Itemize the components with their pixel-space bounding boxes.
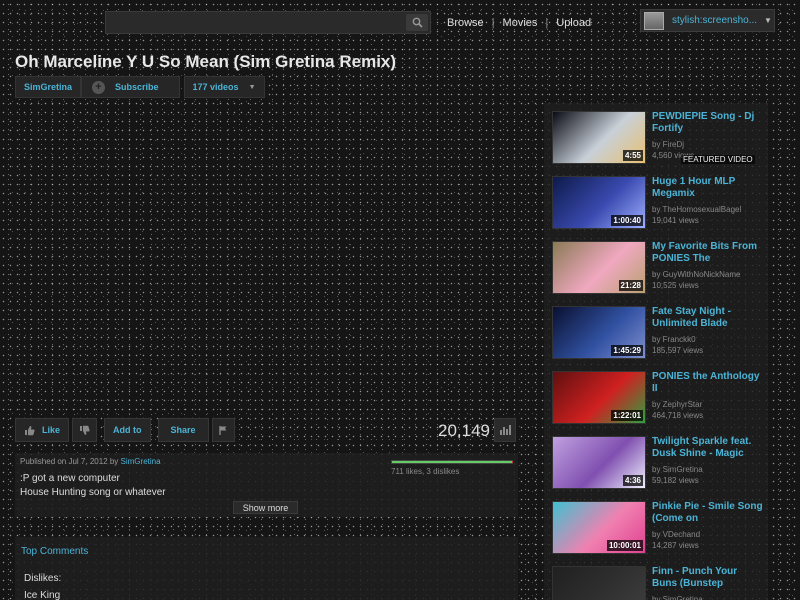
duration-badge: 1:00:40 <box>611 215 643 226</box>
channel-link[interactable]: SimGretina <box>15 76 82 98</box>
related-video-author: by GuyWithNoNickName <box>652 270 741 279</box>
thumbs-up-icon <box>25 425 35 435</box>
videos-count: 177 videos <box>192 82 239 92</box>
video-thumbnail[interactable]: 1:22:01 <box>552 371 646 424</box>
duration-badge: 21:28 <box>618 280 643 291</box>
user-name: stylish:screensho... <box>672 15 758 26</box>
stats-button[interactable] <box>494 418 516 442</box>
related-video-author: by Franckk0 <box>652 335 696 344</box>
thumbs-down-icon <box>80 425 90 435</box>
video-thumbnail[interactable]: 4:36 <box>552 436 646 489</box>
published-info: Published on Jul 7, 2012 by SimGretina <box>20 457 161 466</box>
related-video-views: 10,525 views <box>652 281 699 290</box>
user-menu[interactable]: stylish:screensho... ▼ <box>640 9 775 32</box>
related-video-title[interactable]: PONIES the Anthology II <box>652 371 764 395</box>
related-video-title[interactable]: Fate Stay Night - Unlimited Blade <box>652 306 764 330</box>
related-video-views: 59,182 views <box>652 476 699 485</box>
published-date: Published on Jul 7, 2012 by <box>20 457 119 466</box>
action-bar: Like Add to Share <box>15 418 235 442</box>
stats-icon <box>499 425 511 435</box>
related-video-author: by TheHomosexualBagel <box>652 205 742 214</box>
plus-icon: + <box>92 80 106 94</box>
duration-badge: 1:22:01 <box>611 410 643 421</box>
related-video-title[interactable]: Finn - Punch Your Buns (Bunstep <box>652 566 764 590</box>
related-video-title[interactable]: Huge 1 Hour MLP Megamix <box>652 176 764 200</box>
related-video-title[interactable]: Pinkie Pie - Smile Song (Come on <box>652 501 764 525</box>
duration-badge: 10:00:01 <box>606 540 643 551</box>
related-video-views: 19,041 views <box>652 216 699 225</box>
related-video-item[interactable]: 4:36 Twilight Sparkle feat. Dusk Shine - … <box>552 433 764 489</box>
nav-separator: | <box>491 17 495 29</box>
related-video-author: by SimGretina <box>652 595 703 600</box>
description-panel: Published on Jul 7, 2012 by SimGretina :… <box>15 453 518 517</box>
related-video-title[interactable]: Twilight Sparkle feat. Dusk Shine - Magi… <box>652 436 764 460</box>
duration-badge: 4:55 <box>622 150 643 161</box>
published-channel-link[interactable]: SimGretina <box>121 457 161 466</box>
like-button[interactable]: Like <box>15 418 70 442</box>
related-video-item[interactable]: 21:28 My Favorite Bits From PONIES The by … <box>552 238 764 294</box>
likes-text: 711 likes, 3 dislikes <box>391 467 460 476</box>
related-video-item[interactable]: 4:55 PEWDIEPIE Song - Dj Fortify by FireDj… <box>552 108 764 164</box>
dislike-button[interactable] <box>72 418 98 442</box>
video-thumbnail[interactable]: 1:00:40 <box>552 176 646 229</box>
nav-browse[interactable]: Browse <box>447 17 484 29</box>
avatar <box>644 11 664 30</box>
videos-count-button[interactable]: 177 videos ▼ <box>183 76 265 98</box>
channel-bar: SimGretina + Subscribe 177 videos ▼ <box>15 76 265 98</box>
comments-panel: Top Comments Dislikes: Ice King <box>15 537 518 600</box>
like-label: Like <box>42 425 61 435</box>
related-video-item[interactable]: 1:00:40 Huge 1 Hour MLP Megamix by TheHomo… <box>552 173 764 229</box>
view-count: 20,149 <box>438 421 490 440</box>
related-video-author: by SimGretina <box>652 465 703 474</box>
related-video-views: 14,287 views <box>652 541 699 550</box>
related-video-item[interactable]: Finn - Punch Your Buns (Bunstep by SimGre… <box>552 563 762 600</box>
video-player[interactable] <box>15 104 518 414</box>
subscribe-label: Subscribe <box>115 82 159 92</box>
flag-button[interactable] <box>211 418 235 442</box>
related-video-title[interactable]: PEWDIEPIE Song - Dj Fortify <box>652 111 764 135</box>
search-button[interactable] <box>406 14 428 31</box>
related-video-views: 185,597 views <box>652 346 704 355</box>
related-video-author: by ZephyrStar <box>652 400 703 409</box>
comment-text: Ice King <box>24 590 61 600</box>
video-thumbnail[interactable]: 4:55 <box>552 111 646 164</box>
related-video-author: by FireDj <box>652 140 685 149</box>
search-input[interactable] <box>105 11 431 34</box>
video-thumbnail[interactable]: 21:28 <box>552 241 646 294</box>
search-icon <box>412 17 423 28</box>
show-more-button[interactable]: Show more <box>233 501 298 514</box>
comment-text: Dislikes: <box>24 573 62 584</box>
video-thumbnail[interactable] <box>552 566 646 600</box>
top-nav: Browse | Movies | Upload <box>447 17 591 29</box>
related-video-item[interactable]: 10:00:01 Pinkie Pie - Smile Song (Come on… <box>552 498 764 554</box>
like-ratio-bar <box>391 460 513 464</box>
description-line: :P got a new computer <box>20 473 120 484</box>
featured-video-badge: FEATURED VIDEO <box>681 155 755 164</box>
flag-icon <box>218 425 227 435</box>
related-video-title[interactable]: My Favorite Bits From PONIES The <box>652 241 764 265</box>
duration-badge: 4:36 <box>622 475 643 486</box>
related-video-views: 464,718 views <box>652 411 704 420</box>
description-line: House Hunting song or whatever <box>20 487 166 498</box>
add-to-button[interactable]: Add to <box>104 418 151 442</box>
related-video-item[interactable]: 1:45:29 Fate Stay Night - Unlimited Blade… <box>552 303 764 359</box>
share-button[interactable]: Share <box>157 418 209 442</box>
nav-movies[interactable]: Movies <box>503 17 538 29</box>
related-videos: 4:55 PEWDIEPIE Song - Dj Fortify by FireDj… <box>544 103 768 600</box>
chevron-down-icon: ▼ <box>764 16 772 25</box>
chevron-down-icon: ▼ <box>248 83 256 91</box>
video-thumbnail[interactable]: 1:45:29 <box>552 306 646 359</box>
related-video-author: by VDechand <box>652 530 701 539</box>
video-thumbnail[interactable]: 10:00:01 <box>552 501 646 554</box>
related-video-item[interactable]: 1:22:01 PONIES the Anthology II by ZephyrS… <box>552 368 764 424</box>
duration-badge: 1:45:29 <box>611 345 643 356</box>
subscribe-button[interactable]: + Subscribe <box>81 76 180 98</box>
nav-separator: | <box>545 17 549 29</box>
nav-upload[interactable]: Upload <box>556 17 591 29</box>
page-title: Oh Marceline Y U So Mean (Sim Gretina Re… <box>15 52 397 71</box>
comments-header[interactable]: Top Comments <box>21 546 88 557</box>
